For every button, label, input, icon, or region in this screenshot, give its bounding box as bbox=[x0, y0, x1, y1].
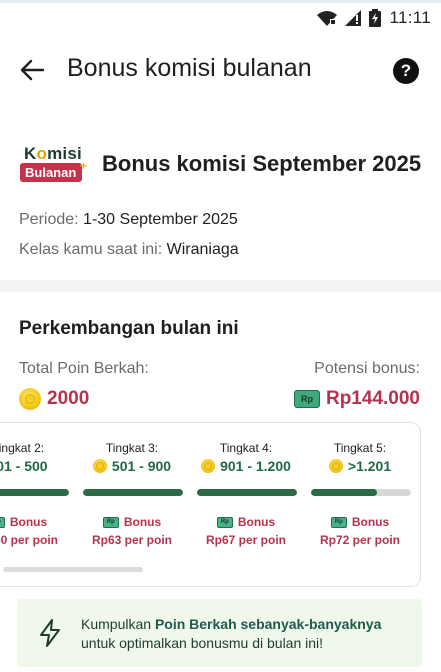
periode-row: Periode: 1-30 September 2025 bbox=[19, 211, 238, 229]
tier-progress-fill bbox=[197, 489, 297, 496]
tier-progress-fill bbox=[311, 489, 377, 496]
kelas-row: Kelas kamu saat ini: Wiraniaga bbox=[19, 241, 239, 259]
tier-progress-bar bbox=[311, 489, 411, 496]
tier-range: 501 - 500 bbox=[0, 458, 75, 474]
sparkle-icon: + bbox=[80, 159, 88, 173]
tier-range-value: 901 - 1.200 bbox=[220, 458, 291, 474]
tier-progress-fill bbox=[0, 489, 69, 496]
tier-range: 501 - 900 bbox=[75, 458, 189, 474]
tier-label: Tingkat 4: bbox=[219, 441, 273, 455]
app-bar: Bonus komisi bulanan ? bbox=[0, 36, 441, 104]
help-icon: ? bbox=[400, 61, 412, 80]
lightning-icon bbox=[40, 619, 60, 647]
rupiah-badge-icon: Rp bbox=[293, 390, 320, 408]
tier-bonus: Rp Bonus bbox=[0, 515, 75, 529]
tier-range-value: >1.201 bbox=[347, 458, 392, 474]
status-time: 11:11 bbox=[389, 8, 431, 27]
page-title: Bonus komisi bulanan bbox=[67, 54, 312, 82]
tier-bonus-label: Bonus bbox=[9, 515, 48, 529]
tier-per-poin: Rp67 per poin bbox=[205, 533, 286, 547]
rupiah-badge-icon: Rp bbox=[330, 516, 347, 528]
signal-icon bbox=[345, 10, 362, 26]
back-button[interactable] bbox=[18, 56, 46, 84]
tier-card: Tingkat 3: 501 - 900 Rp Bonus Rp63 per po… bbox=[75, 423, 189, 586]
tier-bonus-label: Bonus bbox=[123, 515, 162, 529]
kelas-label: Kelas kamu saat ini: bbox=[19, 241, 163, 258]
tier-label: Tingkat 5: bbox=[333, 441, 387, 455]
tier-label: Tingkat 2: bbox=[0, 441, 45, 455]
coin-icon bbox=[92, 459, 107, 473]
progress-title: Perkembangan bulan ini bbox=[19, 318, 239, 339]
tier-label: Tingkat 3: bbox=[105, 441, 159, 455]
battery-icon bbox=[369, 9, 382, 27]
tier-bonus: Rp Bonus bbox=[75, 515, 189, 529]
horizontal-scrollbar[interactable] bbox=[3, 567, 143, 572]
status-icons: 11:11 bbox=[317, 8, 431, 28]
tip-line2: untuk optimalkan bonusmu di bulan ini! bbox=[81, 635, 324, 651]
help-button[interactable]: ? bbox=[393, 58, 419, 84]
tier-progress-bar bbox=[197, 489, 297, 496]
bonus-title: Bonus komisi September 2025 bbox=[102, 151, 422, 176]
tier-card: Tingkat 5: >1.201 Rp Bonus Rp72 per poin bbox=[303, 423, 417, 586]
tier-per-poin: Rp60 per poin bbox=[0, 533, 58, 547]
logo-bottom-text: Bulanan bbox=[20, 163, 83, 182]
tier-bonus: Rp Bonus bbox=[303, 515, 417, 529]
section-divider bbox=[0, 280, 441, 292]
tier-range-value: 501 - 500 bbox=[0, 458, 48, 474]
tier-progress-bar bbox=[0, 489, 69, 496]
status-bar: 11:11 bbox=[0, 0, 441, 36]
tier-range: 901 - 1.200 bbox=[189, 458, 303, 474]
tip-banner: Kumpulkan Poin Berkah sebanyak-banyaknya… bbox=[17, 599, 422, 667]
tip-bold: Poin Berkah sebanyak-banyaknya bbox=[154, 616, 382, 632]
tier-scroller[interactable]: Tingkat 2: 501 - 500 Rp Bonus Rp60 per po… bbox=[0, 422, 421, 587]
potensi-bonus-number: Rp144.000 bbox=[325, 388, 420, 409]
tier-bonus: Rp Bonus bbox=[189, 515, 303, 529]
rupiah-badge-icon: Rp bbox=[102, 516, 119, 528]
tier-per-poin: Rp63 per poin bbox=[91, 533, 172, 547]
potensi-bonus-value: Rp Rp144.000 bbox=[293, 388, 420, 410]
tier-progress-fill bbox=[83, 489, 183, 496]
periode-value: 1-30 September 2025 bbox=[83, 211, 238, 228]
tier-range: >1.201 bbox=[303, 458, 417, 474]
tier-bonus-label: Bonus bbox=[351, 515, 390, 529]
rupiah-badge-icon: Rp bbox=[216, 516, 233, 528]
wifi-icon bbox=[317, 11, 338, 26]
coin-icon bbox=[19, 388, 41, 410]
total-poin-number: 2000 bbox=[47, 388, 90, 409]
tier-per-poin: Rp72 per poin bbox=[319, 533, 400, 547]
tier-range-value: 501 - 900 bbox=[111, 458, 172, 474]
tier-progress-bar bbox=[83, 489, 183, 496]
coin-icon bbox=[201, 459, 216, 473]
rupiah-badge-icon: Rp bbox=[0, 516, 5, 528]
periode-label: Periode: bbox=[19, 211, 79, 228]
arrow-left-icon bbox=[20, 59, 44, 81]
status-topline bbox=[0, 0, 441, 3]
logo-top-text: Komisi bbox=[24, 144, 82, 163]
potensi-bonus-label: Potensi bonus: bbox=[314, 360, 420, 377]
bonus-header: Komisi Bulanan + Bonus komisi September … bbox=[0, 128, 441, 278]
tier-card: Tingkat 2: 501 - 500 Rp Bonus Rp60 per po… bbox=[0, 423, 75, 586]
total-poin-value: 2000 bbox=[19, 388, 89, 410]
coin-icon bbox=[328, 459, 343, 473]
total-poin-label: Total Poin Berkah: bbox=[19, 360, 149, 377]
kelas-value: Wiraniaga bbox=[166, 241, 239, 258]
komisi-bulanan-logo: Komisi Bulanan + bbox=[20, 144, 88, 184]
tier-card: Tingkat 4: 901 - 1.200 Rp Bonus Rp67 per … bbox=[189, 423, 303, 586]
tip-pre: Kumpulkan bbox=[81, 616, 155, 632]
tip-text: Kumpulkan Poin Berkah sebanyak-banyaknya… bbox=[81, 615, 381, 653]
tier-bonus-label: Bonus bbox=[237, 515, 276, 529]
